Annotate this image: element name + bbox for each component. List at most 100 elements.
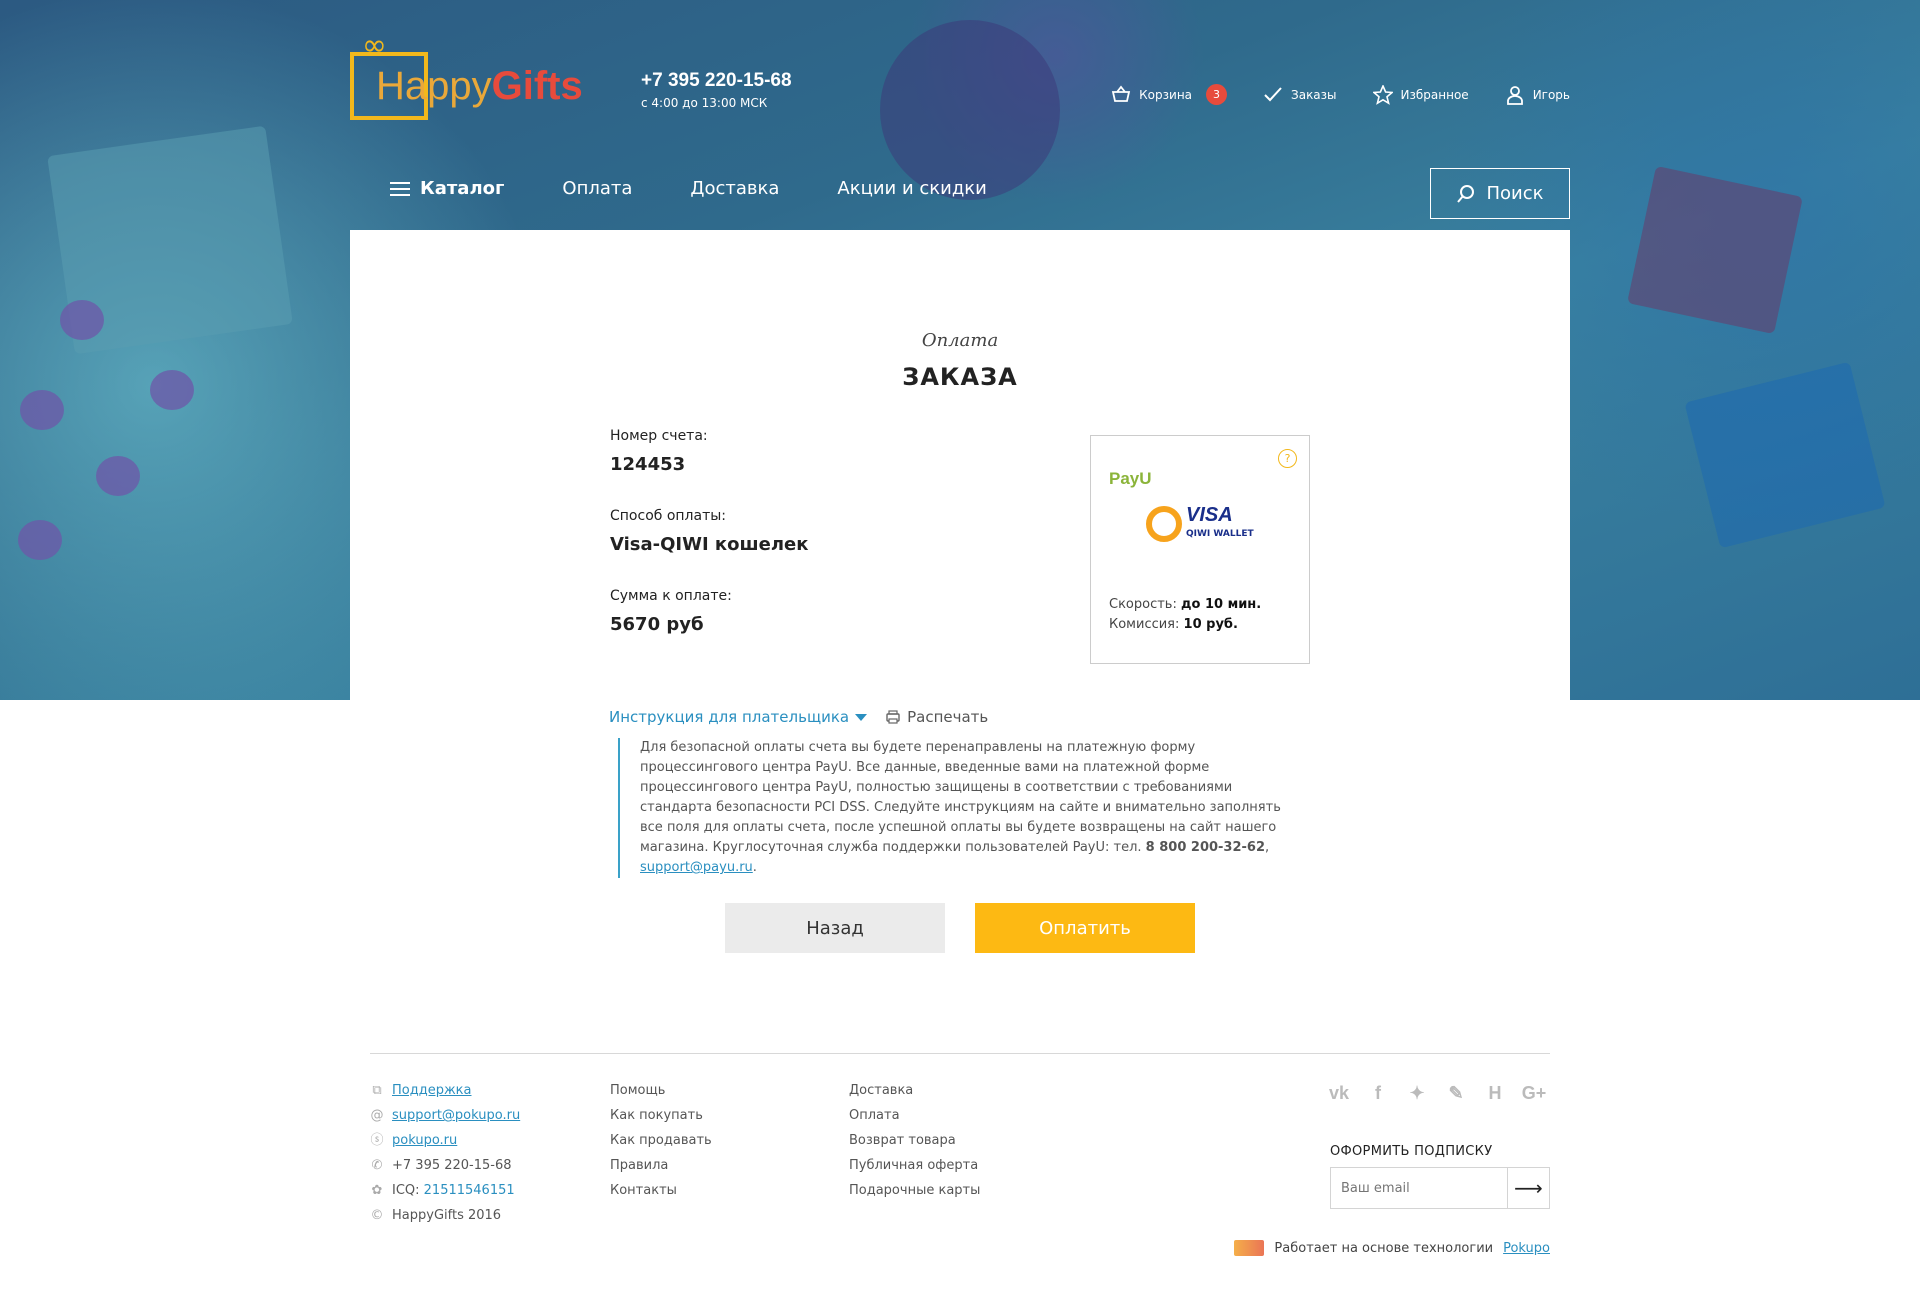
site-header: ∞ HappyGifts +7 395 220-15-68 с 4:00 до … xyxy=(350,0,1570,230)
payment-method-field: Способ оплаты: Visa-QIWI кошелек xyxy=(610,508,808,555)
print-link[interactable]: Распечать xyxy=(885,708,988,726)
powered-by: Работает на основе технологии Pokupo xyxy=(1234,1240,1550,1256)
twitter-icon[interactable]: ✦ xyxy=(1406,1082,1428,1104)
favorites-label: Избранное xyxy=(1400,87,1469,102)
search-label: Поиск xyxy=(1486,183,1544,204)
logo-text-gifts: Gifts xyxy=(491,64,583,108)
catalog-menu[interactable]: Каталог xyxy=(390,178,504,199)
instruction-text: Для безопасной оплаты счета вы будете пе… xyxy=(618,738,1298,878)
user-link[interactable]: Игорь xyxy=(1505,85,1570,105)
instruction-toggle-label: Инструкция для плательщика xyxy=(609,708,850,726)
footer-link-contacts[interactable]: Контакты xyxy=(610,1178,712,1203)
cart-link[interactable]: Корзина 3 xyxy=(1111,84,1228,105)
payu-email-link[interactable]: support@payu.ru xyxy=(640,860,753,875)
payment-method-value: Visa-QIWI кошелек xyxy=(610,534,809,555)
facebook-icon[interactable]: f xyxy=(1367,1082,1389,1104)
nav-item-promotions[interactable]: Акции и скидки xyxy=(837,178,986,199)
support-email-link[interactable]: support@pokupo.ru xyxy=(392,1103,520,1128)
payu-logo: PayU xyxy=(1109,469,1152,488)
bow-icon: ∞ xyxy=(362,28,387,63)
footer-phone: +7 395 220-15-68 xyxy=(392,1158,512,1173)
payment-provider-card: ? PayU VISA QIWI WALLET Скорость: до 10 … xyxy=(1090,435,1310,664)
page-subtitle: Оплата xyxy=(921,330,999,351)
footer-info-links: Доставка Оплата Возврат товара Публичная… xyxy=(849,1078,980,1203)
orders-link[interactable]: Заказы xyxy=(1263,85,1337,105)
page-heading: Оплата ЗАКАЗА xyxy=(0,330,1920,391)
cart-label: Корзина xyxy=(1139,87,1193,102)
footer-link-help[interactable]: Помощь xyxy=(610,1078,712,1103)
fee-row: Комиссия: 10 руб. xyxy=(1109,617,1238,632)
logo[interactable]: ∞ HappyGifts xyxy=(350,28,583,122)
fee-label: Комиссия: xyxy=(1109,617,1180,632)
footer-contacts: ⧉ Поддержка @ support@pokupo.ru ⓢ pokupo.ru… xyxy=(370,1078,520,1228)
skype-icon: ⓢ xyxy=(370,1133,384,1148)
speed-row: Скорость: до 10 мин. xyxy=(1109,597,1261,612)
visa-qiwi-logo: VISA QIWI WALLET xyxy=(1146,504,1256,548)
skype-link[interactable]: pokupo.ru xyxy=(392,1128,457,1153)
google-plus-icon[interactable]: G+ xyxy=(1522,1082,1547,1104)
main-nav: Каталог Оплата Доставка Акции и скидки xyxy=(390,178,987,199)
phone-icon: ✆ xyxy=(371,1158,383,1173)
back-button[interactable]: Назад xyxy=(725,903,945,953)
footer-link-rules[interactable]: Правила xyxy=(610,1153,712,1178)
footer-link-offer[interactable]: Публичная оферта xyxy=(849,1153,980,1178)
work-hours: с 4:00 до 13:00 МСК xyxy=(641,96,768,110)
star-icon xyxy=(1372,84,1393,105)
footer-link-returns[interactable]: Возврат товара xyxy=(849,1128,980,1153)
instruction-links: Инструкция для плательщика Распечать xyxy=(609,708,988,726)
caret-down-icon xyxy=(855,713,868,721)
footer-link-gift-cards[interactable]: Подарочные карты xyxy=(849,1178,980,1203)
social-links: vk f ✦ ✎ H G+ xyxy=(1328,1082,1547,1104)
pay-button[interactable]: Оплатить xyxy=(975,903,1195,953)
habr-icon[interactable]: H xyxy=(1484,1082,1506,1104)
qiwi-wallet-text: QIWI WALLET xyxy=(1186,529,1254,539)
speed-value: до 10 мин. xyxy=(1181,597,1262,612)
subscribe-form: ⟶ xyxy=(1330,1167,1550,1209)
header-phone: +7 395 220-15-68 с 4:00 до 13:00 МСК xyxy=(641,70,792,110)
footer-link-how-to-buy[interactable]: Как покупать xyxy=(610,1103,712,1128)
arrow-right-icon[interactable]: ⟶ xyxy=(1507,1168,1549,1208)
nav-item-delivery[interactable]: Доставка xyxy=(690,178,779,199)
invoice-number-field: Номер счета: 124453 xyxy=(610,428,708,475)
phone-number: +7 395 220-15-68 xyxy=(641,70,792,91)
livejournal-icon[interactable]: ✎ xyxy=(1445,1082,1467,1104)
chat-icon: ⧉ xyxy=(372,1083,382,1098)
footer-link-payment[interactable]: Оплата xyxy=(849,1103,980,1128)
basket-icon xyxy=(1112,85,1131,102)
cart-count-badge: 3 xyxy=(1206,84,1228,105)
speed-label: Скорость: xyxy=(1109,597,1177,612)
amount-field: Сумма к оплате: 5670 руб xyxy=(610,588,732,635)
copyright-icon: © xyxy=(370,1208,384,1223)
search-icon xyxy=(1457,184,1475,203)
support-link[interactable]: Поддержка xyxy=(392,1078,472,1103)
powered-text: Работает на основе технологии xyxy=(1274,1240,1494,1256)
hamburger-icon xyxy=(390,181,410,196)
user-nav: Корзина 3 Заказы Избранное Игорь xyxy=(1111,84,1570,105)
footer-divider xyxy=(370,1053,1550,1054)
icq-link[interactable]: 21511546151 xyxy=(424,1183,515,1198)
content-card xyxy=(350,230,1570,710)
footer-link-how-to-sell[interactable]: Как продавать xyxy=(610,1128,712,1153)
subscribe-email-input[interactable] xyxy=(1331,1168,1507,1208)
user-icon xyxy=(1506,85,1523,105)
logo-text-happy: Happy xyxy=(376,64,492,108)
print-label: Распечать xyxy=(907,708,989,726)
pokupo-logo-icon xyxy=(1234,1240,1265,1256)
help-icon[interactable]: ? xyxy=(1278,449,1297,468)
catalog-label: Каталог xyxy=(420,178,505,199)
nav-item-payment[interactable]: Оплата xyxy=(562,178,632,199)
icq-icon: ✿ xyxy=(371,1183,383,1198)
instruction-toggle[interactable]: Инструкция для плательщика xyxy=(609,708,868,726)
qiwi-ring-icon xyxy=(1146,506,1182,542)
payu-phone: 8 800 200-32-62 xyxy=(1145,840,1266,855)
favorites-link[interactable]: Избранное xyxy=(1372,84,1469,105)
printer-icon xyxy=(886,710,900,724)
pokupo-link[interactable]: Pokupo xyxy=(1503,1241,1550,1256)
page-title: ЗАКАЗА xyxy=(902,363,1018,391)
visa-text: VISA xyxy=(1186,504,1233,526)
amount-label: Сумма к оплате: xyxy=(610,588,732,604)
vk-icon[interactable]: vk xyxy=(1328,1082,1350,1104)
copyright-text: HappyGifts 2016 xyxy=(392,1208,502,1223)
footer-link-delivery[interactable]: Доставка xyxy=(849,1078,980,1103)
search-button[interactable]: Поиск xyxy=(1430,168,1570,219)
